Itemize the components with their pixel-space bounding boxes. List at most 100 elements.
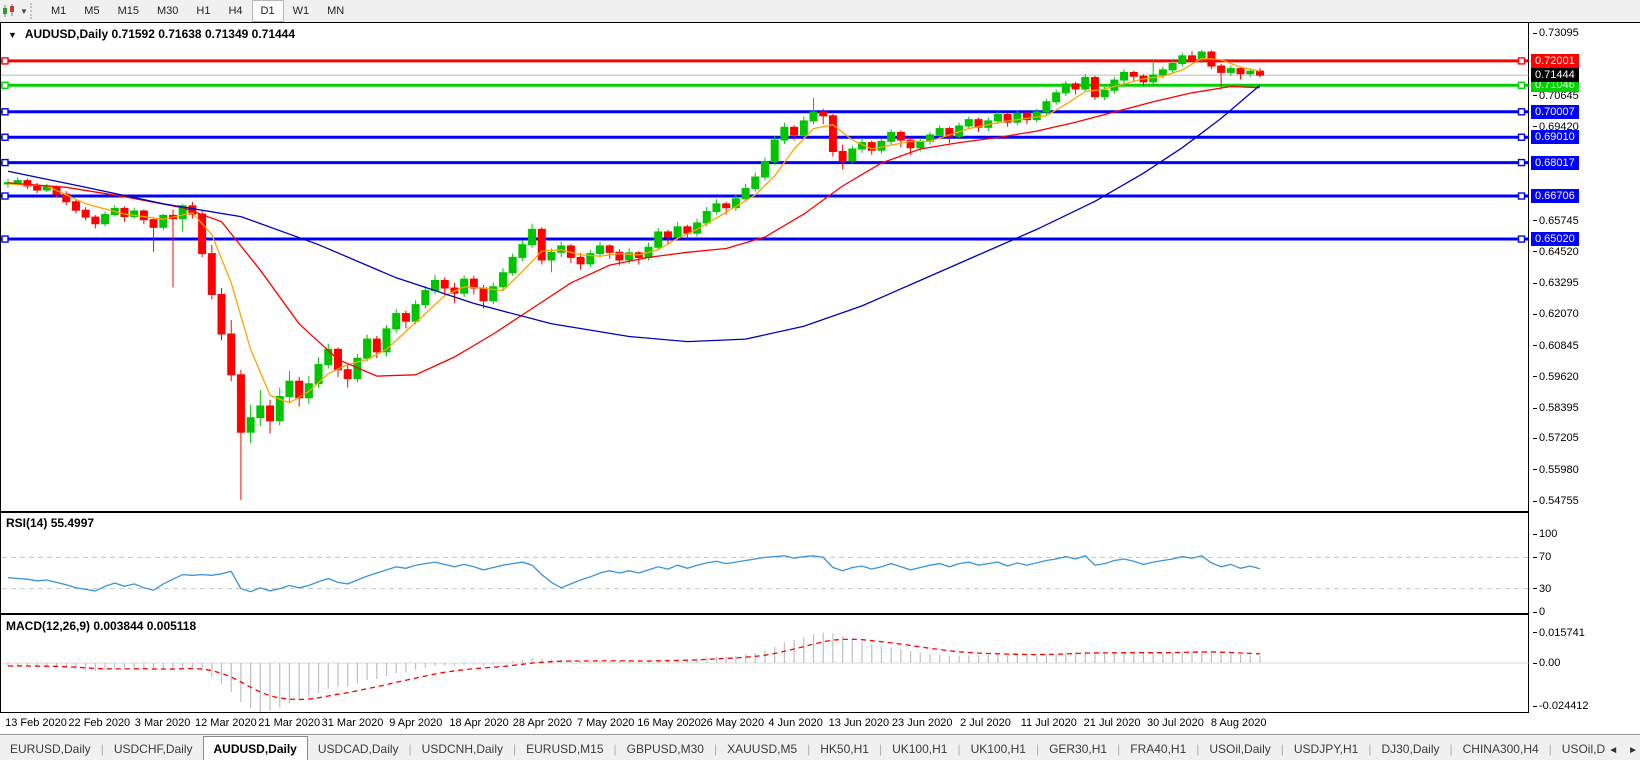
tab-gbpusd-m30[interactable]: GBPUSD,M30 [617, 738, 714, 760]
timeframe-m30[interactable]: M30 [148, 0, 187, 22]
date-label-6: 9 Apr 2020 [389, 717, 442, 729]
candle [538, 227, 545, 264]
rsi-axis-70: 70 [1533, 550, 1551, 564]
rsi-label: RSI(14) 55.4997 [6, 516, 94, 530]
macd-axis-0.00: 0.00 [1533, 656, 1560, 670]
timeframe-toolbar: ▼ M1M5M15M30H1H4D1W1MN [0, 0, 1640, 23]
timeframe-m5[interactable]: M5 [75, 0, 108, 22]
candle [218, 288, 225, 340]
date-label-17: 21 Jul 2020 [1084, 717, 1141, 729]
timeframe-w1[interactable]: W1 [284, 0, 319, 22]
candle [829, 114, 836, 157]
date-label-4: 21 Mar 2020 [258, 717, 320, 729]
date-label-1: 22 Feb 2020 [68, 717, 130, 729]
timeframe-h1[interactable]: H1 [187, 0, 219, 22]
timeframe-d1[interactable]: D1 [252, 0, 284, 22]
tab-usdcad-daily[interactable]: USDCAD,Daily [308, 738, 409, 760]
date-label-8: 28 Apr 2020 [513, 717, 572, 729]
candlestick-chart-icon [2, 4, 18, 18]
candle [655, 228, 662, 250]
rsi-panel [0, 512, 1640, 614]
price-tick-0.59620: 0.59620 [1533, 370, 1579, 384]
tab-fra40-h1[interactable]: FRA40,H1 [1120, 738, 1196, 760]
rsi-axis-30: 30 [1533, 582, 1551, 596]
chevron-down-icon: ▼ [20, 7, 28, 16]
price-tick-0.58395: 0.58395 [1533, 401, 1579, 415]
price-line-label-0.70007: 0.70007 [1531, 105, 1579, 119]
date-label-15: 2 Jul 2020 [960, 717, 1011, 729]
tab-ger30-h1[interactable]: GER30,H1 [1039, 738, 1117, 760]
tab-usdcnh-daily[interactable]: USDCNH,Daily [412, 738, 513, 760]
chart-title: ▼ AUDUSD,Daily 0.71592 0.71638 0.71349 0… [8, 27, 295, 41]
price-tick-0.57205: 0.57205 [1533, 431, 1579, 445]
tab-audusd-daily[interactable]: AUDUSD,Daily [203, 736, 308, 760]
tab-uk100-h1[interactable]: UK100,H1 [961, 738, 1036, 760]
date-label-9: 7 May 2020 [577, 717, 634, 729]
tab-usoil-d[interactable]: USOil,D [1552, 738, 1615, 760]
date-label-16: 11 Jul 2020 [1021, 717, 1077, 729]
price-tick-0.65745: 0.65745 [1533, 214, 1579, 228]
tab-scroll-right-icon[interactable]: ► [1628, 745, 1638, 756]
price-tick-0.55980: 0.55980 [1533, 463, 1579, 477]
symbol-dropdown-icon[interactable]: ▼ [8, 30, 17, 40]
price-line-label-0.69010: 0.69010 [1531, 130, 1579, 144]
rsi-axis-0: 0 [1533, 605, 1545, 619]
chart-tool-icon[interactable]: ▼ [2, 2, 28, 20]
date-label-19: 8 Aug 2020 [1211, 717, 1267, 729]
date-label-14: 23 Jun 2020 [892, 717, 953, 729]
macd-label: MACD(12,26,9) 0.003844 0.005118 [6, 619, 196, 633]
date-label-0: 13 Feb 2020 [5, 717, 67, 729]
candle [771, 135, 778, 165]
chart-tab-bar: EURUSD,Daily|USDCHF,DailyAUDUSD,DailyUSD… [0, 734, 1640, 760]
tab-china300-h4[interactable]: CHINA300,H4 [1453, 738, 1549, 760]
price-chart-panel [0, 22, 1640, 512]
date-label-3: 12 Mar 2020 [195, 717, 257, 729]
tab-eurusd-m15[interactable]: EURUSD,M15 [516, 738, 613, 760]
tab-usdjpy-h1[interactable]: USDJPY,H1 [1284, 738, 1368, 760]
macd-axis-0.015741: 0.015741 [1533, 626, 1585, 640]
price-line-label-0.72001: 0.72001 [1531, 54, 1579, 68]
toolbar-grip [30, 3, 38, 19]
candle [1091, 76, 1098, 100]
rsi-axis-100: 100 [1533, 527, 1557, 541]
tab-dj30-daily[interactable]: DJ30,Daily [1371, 738, 1449, 760]
tab-scroll-left-icon[interactable]: ◄ [1608, 745, 1618, 756]
tab-usdchf-daily[interactable]: USDCHF,Daily [104, 738, 203, 760]
timeframe-mn[interactable]: MN [318, 0, 353, 22]
date-label-2: 3 Mar 2020 [135, 717, 191, 729]
candle [509, 254, 516, 276]
timeframe-m1[interactable]: M1 [42, 0, 75, 22]
tab-eurusd-daily[interactable]: EURUSD,Daily [0, 738, 101, 760]
price-tick-0.54755: 0.54755 [1533, 494, 1579, 508]
price-tick-0.63295: 0.63295 [1533, 276, 1579, 290]
candle [383, 325, 390, 356]
tab-xauusd-m5[interactable]: XAUUSD,M5 [717, 738, 807, 760]
mt4-window: ▼ M1M5M15M30H1H4D1W1MN ▼ AUDUSD,Daily 0.… [0, 0, 1640, 760]
macd-axis--0.024412: -0.024412 [1533, 699, 1589, 713]
timeframe-h4[interactable]: H4 [219, 0, 251, 22]
tab-uk100-h1[interactable]: UK100,H1 [882, 738, 957, 760]
price-tick-0.64520: 0.64520 [1533, 245, 1579, 259]
date-label-12: 4 Jun 2020 [768, 717, 822, 729]
symbol-name: AUDUSD,Daily [25, 27, 108, 41]
price-tick-0.62070: 0.62070 [1533, 307, 1579, 321]
date-axis: 13 Feb 202022 Feb 2020 3 Mar 2020 12 Mar 2… [0, 713, 1640, 734]
current-price-label: 0.71444 [1531, 68, 1579, 82]
macd-panel [0, 614, 1640, 713]
date-label-11: 26 May 2020 [700, 717, 764, 729]
tab-usoil-daily[interactable]: USOil,Daily [1199, 738, 1280, 760]
date-label-18: 30 Jul 2020 [1147, 717, 1204, 729]
price-line-label-0.68017: 0.68017 [1531, 156, 1579, 170]
date-label-13: 13 Jun 2020 [829, 717, 890, 729]
price-line-label-0.66706: 0.66706 [1531, 189, 1579, 203]
ohlc-readout: 0.71592 0.71638 0.71349 0.71444 [112, 27, 296, 41]
date-label-7: 18 Apr 2020 [449, 717, 508, 729]
date-label-10: 16 May 2020 [637, 717, 701, 729]
timeframe-m15[interactable]: M15 [109, 0, 148, 22]
price-tick-0.60845: 0.60845 [1533, 339, 1579, 353]
candle [199, 211, 206, 257]
tab-hk50-h1[interactable]: HK50,H1 [810, 738, 879, 760]
tab-scroll-buttons: ◄► [1608, 745, 1638, 756]
date-label-5: 31 Mar 2020 [322, 717, 384, 729]
price-tick-0.73095: 0.73095 [1533, 26, 1579, 40]
